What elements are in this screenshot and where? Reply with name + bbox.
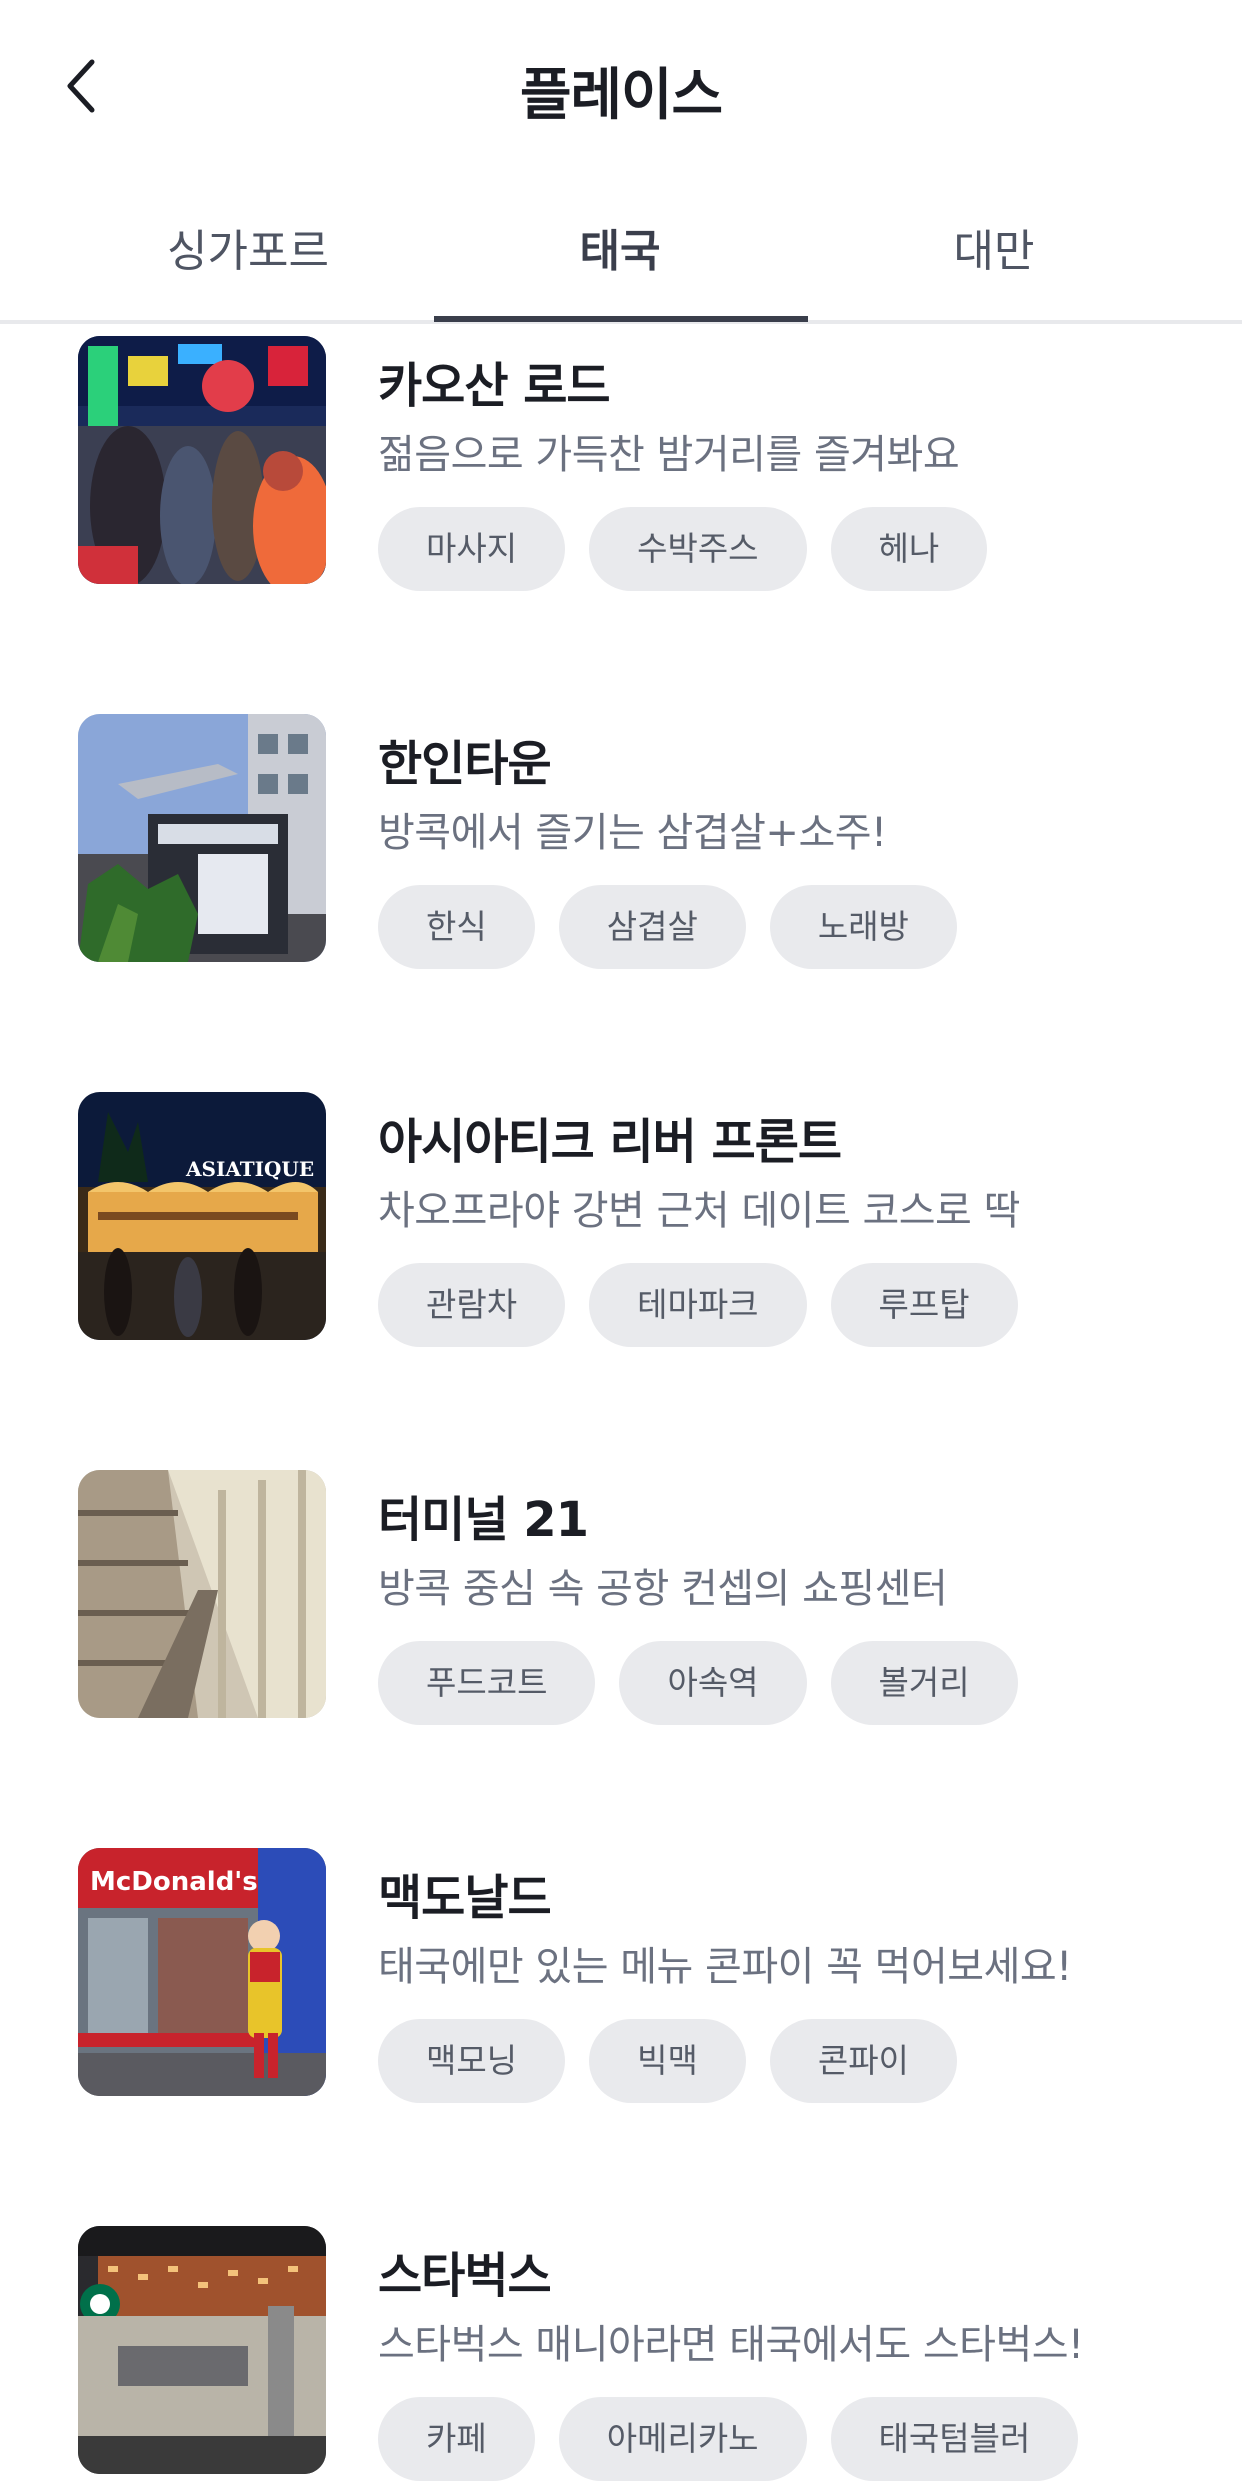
tag-chip[interactable]: 아메리카노 <box>558 2397 807 2481</box>
tab-singapore[interactable]: 싱가포르 <box>62 190 434 320</box>
tag-chip[interactable]: 관람차 <box>378 1263 566 1347</box>
tag-list: 관람차 테마파크 루프탑 <box>378 1263 1018 1347</box>
tag-chip[interactable]: 마사지 <box>378 507 566 591</box>
tag-chip[interactable]: 루프탑 <box>830 1263 1018 1347</box>
place-thumbnail: ASIATIQUE <box>78 1092 326 1340</box>
place-name: 스타벅스 <box>378 2248 552 2304</box>
tag-list: 마사지 수박주스 헤나 <box>378 507 988 591</box>
mcdonalds-sign: McDonald's <box>90 1867 258 1897</box>
active-tab-indicator <box>434 316 808 322</box>
place-item-starbucks[interactable]: 스타벅스 스타벅스 매니아라면 태국에서도 스타벅스! 카페 아메리카노 태국텀… <box>0 2220 1242 2481</box>
place-thumbnail <box>78 336 326 584</box>
tag-chip[interactable]: 푸드코트 <box>378 1641 596 1725</box>
tag-list: 푸드코트 아속역 볼거리 <box>378 1641 1018 1725</box>
tag-chip[interactable]: 한식 <box>378 885 535 969</box>
tag-chip[interactable]: 테마파크 <box>589 1263 807 1347</box>
asiatique-sign: ASIATIQUE <box>185 1157 314 1181</box>
place-thumbnail <box>78 2226 326 2474</box>
tag-list: 카페 아메리카노 태국텀블러 <box>378 2397 1079 2481</box>
tag-chip[interactable]: 맥모닝 <box>378 2019 566 2103</box>
place-item-khaosan[interactable]: 카오산 로드 젊음으로 가득찬 밤거리를 즐겨봐요 마사지 수박주스 헤나 <box>0 330 1242 591</box>
tag-list: 한식 삼겹살 노래방 <box>378 885 957 969</box>
tag-chip[interactable]: 빅맥 <box>589 2019 746 2103</box>
place-description: 방콕에서 즐기는 삼겹살+소주! <box>378 810 887 856</box>
place-description: 태국에만 있는 메뉴 콘파이 꼭 먹어보세요! <box>378 1944 1072 1990</box>
tag-chip[interactable]: 삼겹살 <box>558 885 746 969</box>
tag-chip[interactable]: 볼거리 <box>830 1641 1018 1725</box>
place-thumbnail <box>78 714 326 962</box>
tag-chip[interactable]: 헤나 <box>830 507 988 591</box>
place-list: 카오산 로드 젊음으로 가득찬 밤거리를 즐겨봐요 마사지 수박주스 헤나 한인… <box>0 324 1242 2489</box>
place-thumbnail: McDonald's <box>78 1848 326 2096</box>
place-name: 맥도날드 <box>378 1870 552 1926</box>
tag-chip[interactable]: 수박주스 <box>589 507 807 591</box>
tag-chip[interactable]: 아속역 <box>619 1641 807 1725</box>
place-thumbnail <box>78 1470 326 1718</box>
place-name: 한인타운 <box>378 736 552 792</box>
place-description: 방콕 중심 속 공항 컨셉의 쇼핑센터 <box>378 1566 948 1612</box>
place-item-koreatown[interactable]: 한인타운 방콕에서 즐기는 삼겹살+소주! 한식 삼겹살 노래방 <box>0 708 1242 969</box>
tag-list: 맥모닝 빅맥 콘파이 <box>378 2019 957 2103</box>
place-description: 차오프라야 강변 근처 데이트 코스로 딱 <box>378 1188 1020 1234</box>
tag-chip[interactable]: 태국텀블러 <box>830 2397 1079 2481</box>
place-name: 카오산 로드 <box>378 358 611 414</box>
tag-chip[interactable]: 노래방 <box>769 885 957 969</box>
place-description: 젊음으로 가득찬 밤거리를 즐겨봐요 <box>378 432 960 478</box>
tab-thailand[interactable]: 태국 <box>434 190 806 320</box>
app-header: 플레이스 <box>0 0 1242 180</box>
tag-chip[interactable]: 콘파이 <box>769 2019 957 2103</box>
page-title: 플레이스 <box>519 63 723 128</box>
place-name: 아시아티크 리버 프론트 <box>378 1114 842 1170</box>
place-item-asiatique[interactable]: ASIATIQUE 아시아티크 리버 프론트 차오프라야 강변 근처 데이트 코… <box>0 1086 1242 1347</box>
place-name: 터미널 21 <box>378 1492 589 1548</box>
tag-chip[interactable]: 카페 <box>378 2397 535 2481</box>
place-item-mcdonalds[interactable]: McDonald's 맥도날드 태국에만 있는 메뉴 콘파이 꼭 먹어보세요! … <box>0 1842 1242 2103</box>
place-item-terminal21[interactable]: 터미널 21 방콕 중심 속 공항 컨셉의 쇼핑센터 푸드코트 아속역 볼거리 <box>0 1464 1242 1725</box>
country-tabs: 싱가포르 태국 대만 <box>0 190 1242 324</box>
place-description: 스타벅스 매니아라면 태국에서도 스타벅스! <box>378 2322 1084 2368</box>
tab-taiwan[interactable]: 대만 <box>808 190 1180 320</box>
